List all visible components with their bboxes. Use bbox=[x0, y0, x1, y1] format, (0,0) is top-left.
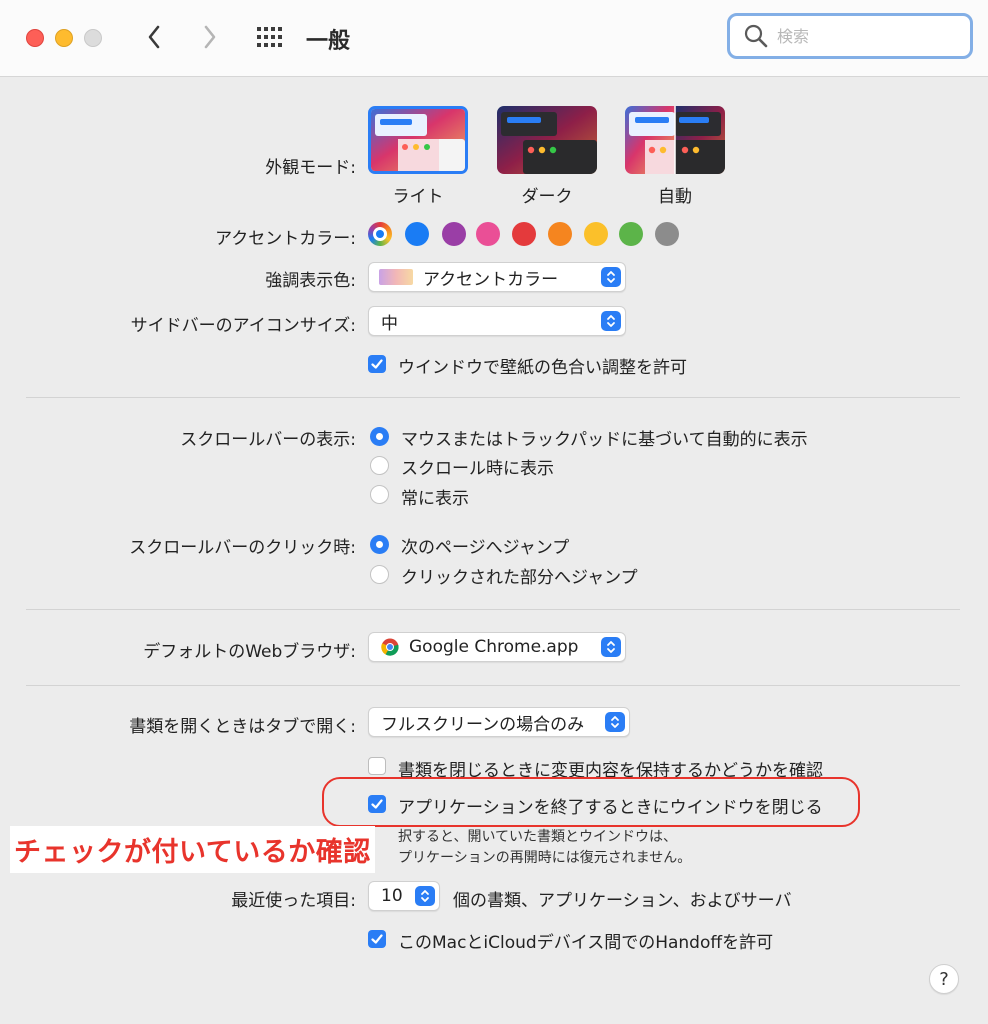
chrome-icon bbox=[381, 638, 399, 656]
section-divider bbox=[26, 685, 960, 686]
chevron-right-icon bbox=[204, 25, 216, 49]
accent-purple-swatch[interactable] bbox=[442, 222, 466, 246]
jump-next-page-label: 次のページへジャンプ bbox=[401, 538, 570, 558]
jump-clicked-spot-label: クリックされた部分へジャンプ bbox=[401, 568, 638, 588]
sidebar-icon-size-popup[interactable]: 中 bbox=[368, 306, 626, 336]
default-browser-value: Google Chrome.app bbox=[409, 637, 579, 657]
accent-red-swatch[interactable] bbox=[512, 222, 536, 246]
checkmark-icon bbox=[371, 934, 383, 944]
appearance-auto-option[interactable] bbox=[625, 106, 725, 174]
default-browser-popup[interactable]: Google Chrome.app bbox=[368, 632, 626, 662]
help-question-mark: ? bbox=[939, 968, 949, 990]
wallpaper-tint-checkbox[interactable] bbox=[368, 355, 386, 373]
highlight-color-preview bbox=[379, 269, 413, 285]
close-window-button[interactable] bbox=[26, 29, 44, 47]
appearance-light-label: ライト bbox=[392, 187, 444, 207]
appearance-light-option[interactable] bbox=[368, 106, 468, 174]
appearance-label: 外観モード: bbox=[265, 158, 356, 178]
chevron-left-icon bbox=[148, 25, 160, 49]
scroll-auto-radio[interactable] bbox=[370, 427, 389, 446]
handoff-checkbox[interactable] bbox=[368, 930, 386, 948]
scroll-when-scrolling-label: スクロール時に表示 bbox=[401, 459, 554, 479]
jump-next-page-radio[interactable] bbox=[370, 535, 389, 554]
auto-theme-thumbnail bbox=[625, 106, 725, 174]
help-button[interactable]: ? bbox=[929, 964, 959, 994]
forward-button[interactable] bbox=[197, 22, 223, 52]
accent-color-label: アクセントカラー: bbox=[215, 229, 356, 249]
scroll-bars-label: スクロールバーの表示: bbox=[180, 430, 356, 450]
popup-stepper-icon bbox=[601, 267, 621, 287]
toolbar: 一般 bbox=[0, 0, 988, 77]
popup-stepper-icon bbox=[601, 311, 621, 331]
highlight-color-value: アクセントカラー bbox=[423, 269, 559, 290]
highlight-color-label: 強調表示色: bbox=[265, 271, 356, 291]
accent-green-swatch[interactable] bbox=[619, 222, 643, 246]
scroll-always-radio[interactable] bbox=[370, 485, 389, 504]
accent-blue-swatch[interactable] bbox=[405, 222, 429, 246]
sidebar-icon-size-value: 中 bbox=[381, 313, 398, 334]
window-title: 一般 bbox=[306, 29, 351, 54]
wallpaper-tint-label: ウインドウで壁紙の色合い調整を許可 bbox=[398, 358, 687, 378]
handoff-label: このMacとiCloudデバイス間でのHandoffを許可 bbox=[398, 933, 774, 953]
show-all-grid-button[interactable] bbox=[256, 26, 284, 50]
grid-icon bbox=[257, 27, 282, 47]
recent-items-value: 10 bbox=[381, 886, 403, 906]
checkmark-icon bbox=[371, 359, 383, 369]
scroll-click-label: スクロールバーのクリック時: bbox=[129, 538, 356, 558]
zoom-window-button[interactable] bbox=[84, 29, 102, 47]
scroll-auto-label: マウスまたはトラックパッドに基づいて自動的に表示 bbox=[401, 430, 808, 450]
close-windows-note-line1: 択すると、開いていた書類とウインドウは、 bbox=[398, 829, 678, 845]
accent-pink-swatch[interactable] bbox=[476, 222, 500, 246]
appearance-dark-label: ダーク bbox=[521, 187, 573, 207]
minimize-window-button[interactable] bbox=[55, 29, 73, 47]
search-icon bbox=[744, 24, 768, 48]
highlight-color-popup[interactable]: アクセントカラー bbox=[368, 262, 626, 292]
sidebar-icon-size-label: サイドバーのアイコンサイズ: bbox=[130, 316, 356, 336]
annotation-callout: チェックが付いているか確認 bbox=[10, 826, 375, 873]
dark-theme-thumbnail bbox=[497, 106, 597, 174]
jump-clicked-spot-radio[interactable] bbox=[370, 565, 389, 584]
accent-orange-swatch[interactable] bbox=[548, 222, 572, 246]
ask-keep-changes-checkbox[interactable] bbox=[368, 757, 386, 775]
section-divider bbox=[26, 397, 960, 398]
accent-multicolor-swatch[interactable] bbox=[368, 222, 392, 246]
recent-items-popup[interactable]: 10 bbox=[368, 881, 440, 911]
accent-yellow-swatch[interactable] bbox=[584, 222, 608, 246]
highlight-annotation-oval bbox=[322, 777, 860, 827]
light-theme-thumbnail bbox=[371, 109, 465, 171]
prefer-tabs-value: フルスクリーンの場合のみ bbox=[381, 714, 585, 735]
back-button[interactable] bbox=[141, 22, 167, 52]
prefer-tabs-label: 書類を開くときはタブで開く: bbox=[129, 717, 356, 737]
default-browser-label: デフォルトのWebブラウザ: bbox=[143, 642, 356, 662]
popup-stepper-icon bbox=[605, 712, 625, 732]
popup-stepper-icon bbox=[415, 886, 435, 906]
popup-stepper-icon bbox=[601, 637, 621, 657]
appearance-dark-option[interactable] bbox=[497, 106, 597, 174]
search-input[interactable] bbox=[775, 25, 959, 47]
appearance-auto-label: 自動 bbox=[658, 187, 692, 207]
search-field[interactable] bbox=[727, 13, 973, 59]
scroll-when-scrolling-radio[interactable] bbox=[370, 456, 389, 475]
section-divider bbox=[26, 609, 960, 610]
recent-items-label: 最近使った項目: bbox=[231, 891, 356, 911]
scroll-always-label: 常に表示 bbox=[401, 489, 469, 509]
close-windows-note-line2: プリケーションの再開時には復元されません。 bbox=[398, 850, 692, 866]
prefer-tabs-popup[interactable]: フルスクリーンの場合のみ bbox=[368, 707, 630, 737]
accent-graphite-swatch[interactable] bbox=[655, 222, 679, 246]
recent-items-suffix: 個の書類、アプリケーション、およびサーバ bbox=[453, 891, 792, 911]
